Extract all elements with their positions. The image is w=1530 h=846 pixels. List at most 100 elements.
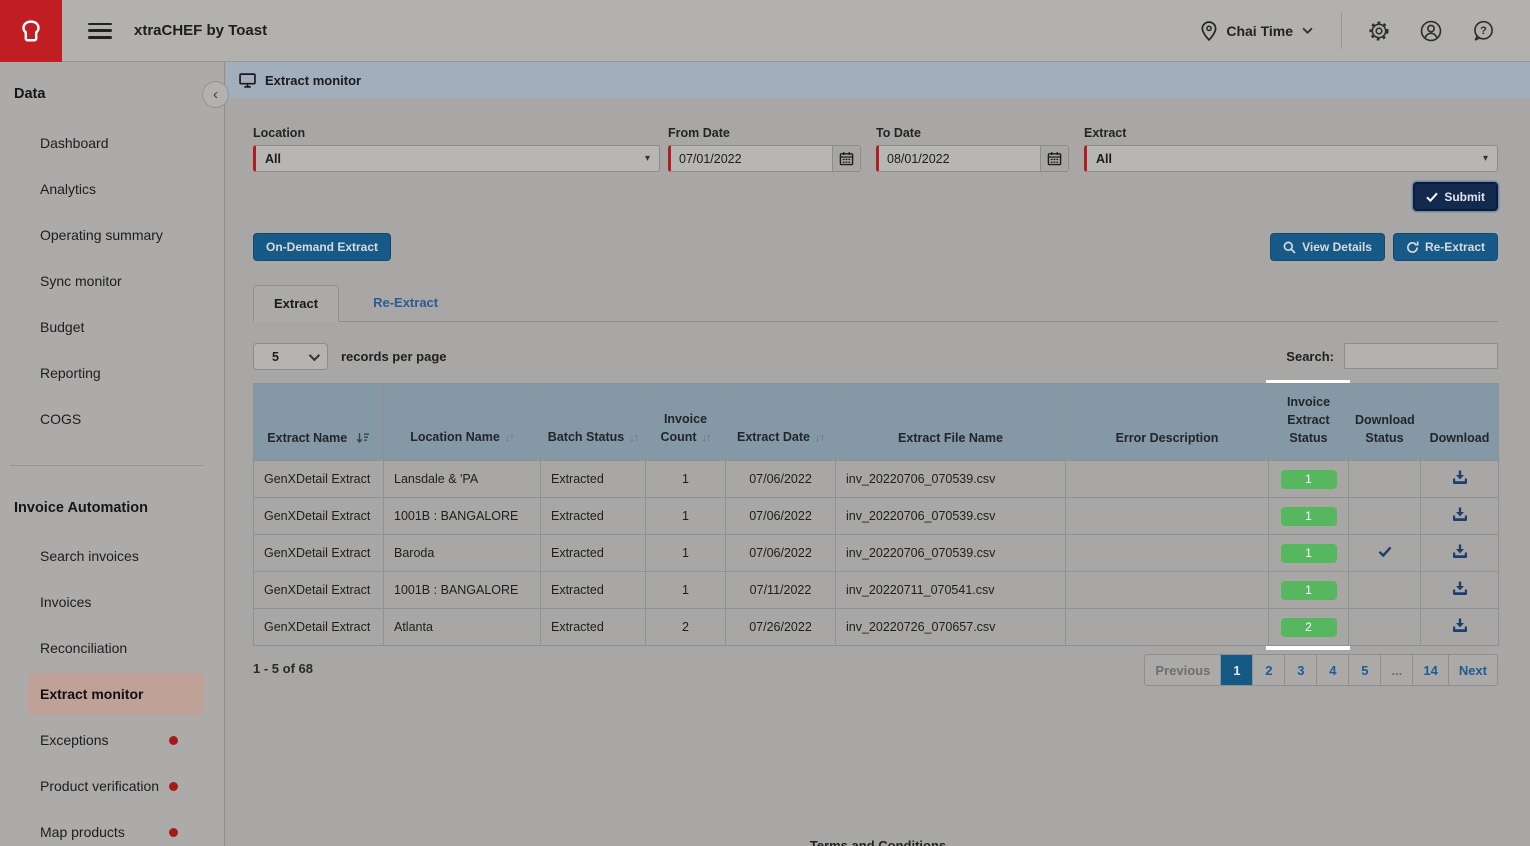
sidebar-section-data: Dashboard Analytics Operating summary Sy… [0,120,224,442]
on-demand-extract-button[interactable]: On-Demand Extract [253,233,391,261]
submit-button[interactable]: Submit [1413,182,1498,211]
sort-active-icon [356,432,370,444]
sidebar-item-analytics[interactable]: Analytics [0,166,224,212]
select-caret-icon: ▾ [1483,153,1488,164]
sidebar-section-invoice-automation: Search invoices Invoices Reconciliation … [0,533,224,846]
pagination-ellipsis[interactable]: ... [1381,654,1413,686]
pagination-page-4[interactable]: 4 [1317,654,1349,686]
from-date-input[interactable] [671,152,832,166]
col-invoice-count[interactable]: Invoice Count↓↑ [646,384,726,461]
col-download[interactable]: Download [1421,384,1499,461]
table-header-row: Extract Name Location Name↓↑ Batch Statu… [254,384,1499,461]
to-date-input[interactable] [879,152,1040,166]
pagination-next[interactable]: Next [1449,654,1498,686]
download-button[interactable] [1421,461,1499,498]
sidebar-item-product-verification[interactable]: Product verification [0,763,224,809]
download-status-cell [1349,535,1421,572]
table-row[interactable]: GenXDetail Extract Baroda Extracted 1 07… [254,535,1499,572]
check-icon [1426,192,1438,202]
sidebar-heading-invoice-automation: Invoice Automation [14,500,148,516]
filter-location: Location All ▾ [253,126,660,172]
col-extract-file-name[interactable]: Extract File Name [836,384,1066,461]
toast-logo[interactable] [0,0,62,62]
download-icon [1452,544,1468,559]
settings-gear-icon[interactable] [1368,20,1390,42]
download-icon [1452,618,1468,633]
records-per-page-select[interactable]: 5 [253,343,328,370]
sidebar-heading-data: Data [14,86,45,102]
invoice-extract-status-badge: 1 [1281,544,1337,563]
table-row[interactable]: GenXDetail Extract 1001B : BANGALORE Ext… [254,498,1499,535]
pagination-page-1[interactable]: 1 [1221,654,1253,686]
col-download-status[interactable]: Download Status [1349,384,1421,461]
sidebar-divider [10,465,204,466]
table-search: Search: [1286,343,1498,369]
calendar-icon [1047,151,1062,166]
sidebar-item-budget[interactable]: Budget [0,304,224,350]
error-description-cell [1066,498,1269,535]
table-actions: View Details Re-Extract [1270,233,1498,261]
error-description-cell [1066,535,1269,572]
sidebar-item-operating-summary[interactable]: Operating summary [0,212,224,258]
col-location-name[interactable]: Location Name↓↑ [384,384,541,461]
topbar-right: Chai Time [1201,13,1530,49]
tab-extract[interactable]: Extract [253,285,339,322]
hamburger-menu-icon[interactable] [88,23,112,39]
topbar-divider [1341,13,1342,49]
from-date-calendar-button[interactable] [832,146,860,171]
extract-select[interactable]: All ▾ [1084,145,1498,172]
tab-re-extract[interactable]: Re-Extract [353,284,458,321]
location-select[interactable]: All ▾ [253,145,660,172]
download-button[interactable] [1421,498,1499,535]
pagination-page-14[interactable]: 14 [1413,654,1448,686]
pagination-page-5[interactable]: 5 [1349,654,1381,686]
pagination-page-2[interactable]: 2 [1253,654,1285,686]
col-extract-name[interactable]: Extract Name [254,384,384,461]
sidebar-item-cogs[interactable]: COGS [0,396,224,442]
table-row[interactable]: GenXDetail Extract Lansdale & 'PA Extrac… [254,461,1499,498]
toast-bread-icon [14,14,48,48]
calendar-icon [839,151,854,166]
sidebar: Data Dashboard Analytics Operating summa… [0,62,225,846]
extract-tabs: Extract Re-Extract [253,285,1498,322]
sidebar-item-extract-monitor[interactable]: Extract monitor [28,673,204,715]
svg-text:?: ? [1480,25,1487,37]
pagination-page-3[interactable]: 3 [1285,654,1317,686]
sort-icon: ↓↑ [505,432,514,444]
sidebar-collapse-button[interactable]: ‹ [202,81,229,108]
download-icon [1452,507,1468,522]
sidebar-item-exceptions[interactable]: Exceptions [0,717,224,763]
to-date-calendar-button[interactable] [1040,146,1068,171]
table-row[interactable]: GenXDetail Extract Atlanta Extracted 2 0… [254,609,1499,646]
select-caret-icon: ▾ [645,153,650,164]
terms-and-conditions-link[interactable]: Terms and Conditions [226,838,1530,846]
alert-dot [169,782,178,791]
col-error-description[interactable]: Error Description [1066,384,1269,461]
sidebar-item-search-invoices[interactable]: Search invoices [0,533,224,579]
download-button[interactable] [1421,609,1499,646]
main-content: Extract monitor Location All ▾ From Date [226,62,1530,846]
view-details-button[interactable]: View Details [1270,233,1385,261]
re-extract-button[interactable]: Re-Extract [1393,233,1498,261]
search-input[interactable] [1344,343,1498,369]
page-header-strip: Extract monitor [226,62,1530,98]
download-button[interactable] [1421,535,1499,572]
download-button[interactable] [1421,572,1499,609]
pagination-previous[interactable]: Previous [1144,654,1221,686]
screen: xtraCHEF by Toast Chai Time [0,0,1530,846]
help-icon[interactable]: ? [1472,20,1494,42]
col-invoice-extract-status[interactable]: Invoice Extract Status [1269,384,1349,461]
table-row[interactable]: GenXDetail Extract 1001B : BANGALORE Ext… [254,572,1499,609]
col-extract-date[interactable]: Extract Date↓↑ [726,384,836,461]
download-status-cell [1349,498,1421,535]
col-batch-status[interactable]: Batch Status↓↑ [541,384,646,461]
sidebar-item-invoices[interactable]: Invoices [0,579,224,625]
location-picker[interactable]: Chai Time [1201,21,1313,41]
sidebar-item-reporting[interactable]: Reporting [0,350,224,396]
sidebar-item-reconciliation[interactable]: Reconciliation [0,625,224,671]
user-account-icon[interactable] [1420,20,1442,42]
sidebar-item-sync-monitor[interactable]: Sync monitor [0,258,224,304]
records-per-page: 5 records per page [253,343,447,370]
sidebar-item-map-products[interactable]: Map products [0,809,224,846]
sidebar-item-dashboard[interactable]: Dashboard [0,120,224,166]
